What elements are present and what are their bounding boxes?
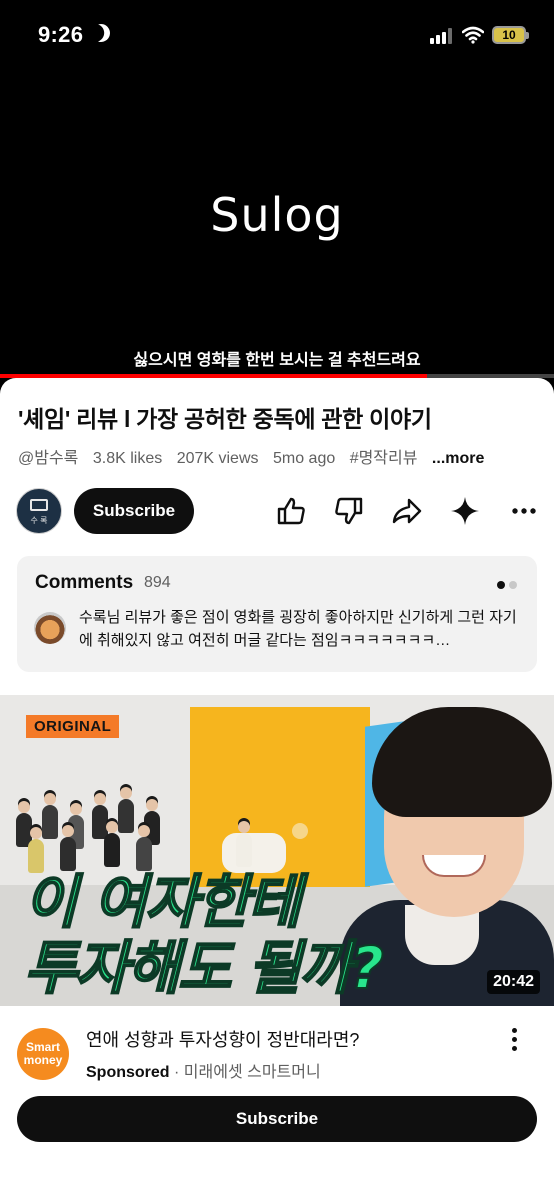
hashtag[interactable]: #명작리뷰 xyxy=(350,450,418,467)
channel-row: 수 록 Subscribe xyxy=(16,486,540,534)
video-details-sheet: '셰임' 리뷰 l 가장 공허한 중독에 관한 이야기 @밤수록 3.8K li… xyxy=(0,378,554,1200)
original-badge: ORIGINAL xyxy=(26,715,120,738)
kebab-menu-icon[interactable] xyxy=(506,1028,522,1058)
like-icon[interactable] xyxy=(274,494,308,528)
advertiser-name: 미래에셋 스마트머니 xyxy=(183,1064,321,1081)
view-count: 207K views xyxy=(176,450,259,467)
sponsored-label: Sponsored xyxy=(86,1064,170,1081)
ad-title[interactable]: 연애 성향과 투자성향이 정반대라면? xyxy=(86,1026,359,1052)
channel-avatar[interactable]: 수 록 xyxy=(16,488,62,534)
more-link[interactable]: ...more xyxy=(432,450,484,467)
byline-separator: · xyxy=(174,1064,180,1081)
commenter-avatar xyxy=(34,612,66,644)
comments-count: 894 xyxy=(144,574,171,591)
carousel-dots xyxy=(493,576,517,594)
video-title-card: Sulog xyxy=(210,188,344,242)
advertiser-logo[interactable]: Smart money xyxy=(17,1028,69,1080)
status-bar: 9:26 10 xyxy=(0,0,554,70)
thumbnail-headline-line2: 투자해도 될까? xyxy=(23,933,385,1003)
video-player[interactable]: Sulog 싫으시면 영화를 한번 보시는 걸 추천드려요 xyxy=(0,70,554,378)
clapperboard-icon xyxy=(30,499,48,511)
sparkle-icon[interactable] xyxy=(448,494,482,528)
ad-subscribe-button[interactable]: Subscribe xyxy=(17,1096,537,1142)
channel-avatar-text: 수 록 xyxy=(30,516,48,525)
signal-icon xyxy=(430,28,454,44)
video-duration: 20:42 xyxy=(487,970,540,994)
comments-card[interactable]: Comments 894 수록님 리뷰가 좋은 점이 영화를 굉장히 좋아하지만… xyxy=(17,556,537,672)
dislike-icon[interactable] xyxy=(332,494,366,528)
battery-icon: 10 xyxy=(492,26,529,44)
channel-handle[interactable]: @밤수록 xyxy=(18,450,78,467)
status-time: 9:26 xyxy=(38,22,84,47)
like-count: 3.8K likes xyxy=(92,450,163,467)
wifi-icon xyxy=(462,26,484,44)
video-caption: 싫으시면 영화를 한번 보시는 걸 추천드려요 xyxy=(133,352,421,369)
ad-thumbnail[interactable]: ORIGINAL 이 여자한테 투자해도 될까? 20:42 xyxy=(0,695,554,1006)
more-horizontal-icon[interactable] xyxy=(506,494,540,528)
video-metadata[interactable]: @밤수록 3.8K likes 207K views 5mo ago #명작리뷰… xyxy=(18,444,484,468)
top-comment: 수록님 리뷰가 좋은 점이 영화를 굉장히 좋아하지만 신기하게 그런 자기에 … xyxy=(79,609,517,649)
video-title[interactable]: '셰임' 리뷰 l 가장 공허한 중독에 관한 이야기 xyxy=(18,400,432,434)
share-icon[interactable] xyxy=(390,494,424,528)
ad-byline: Sponsored · 미래에셋 스마트머니 xyxy=(86,1058,321,1082)
comments-heading: Comments xyxy=(35,572,134,593)
subscribe-button[interactable]: Subscribe xyxy=(74,488,194,534)
upload-age: 5mo ago xyxy=(272,450,336,467)
moon-icon xyxy=(89,21,114,46)
